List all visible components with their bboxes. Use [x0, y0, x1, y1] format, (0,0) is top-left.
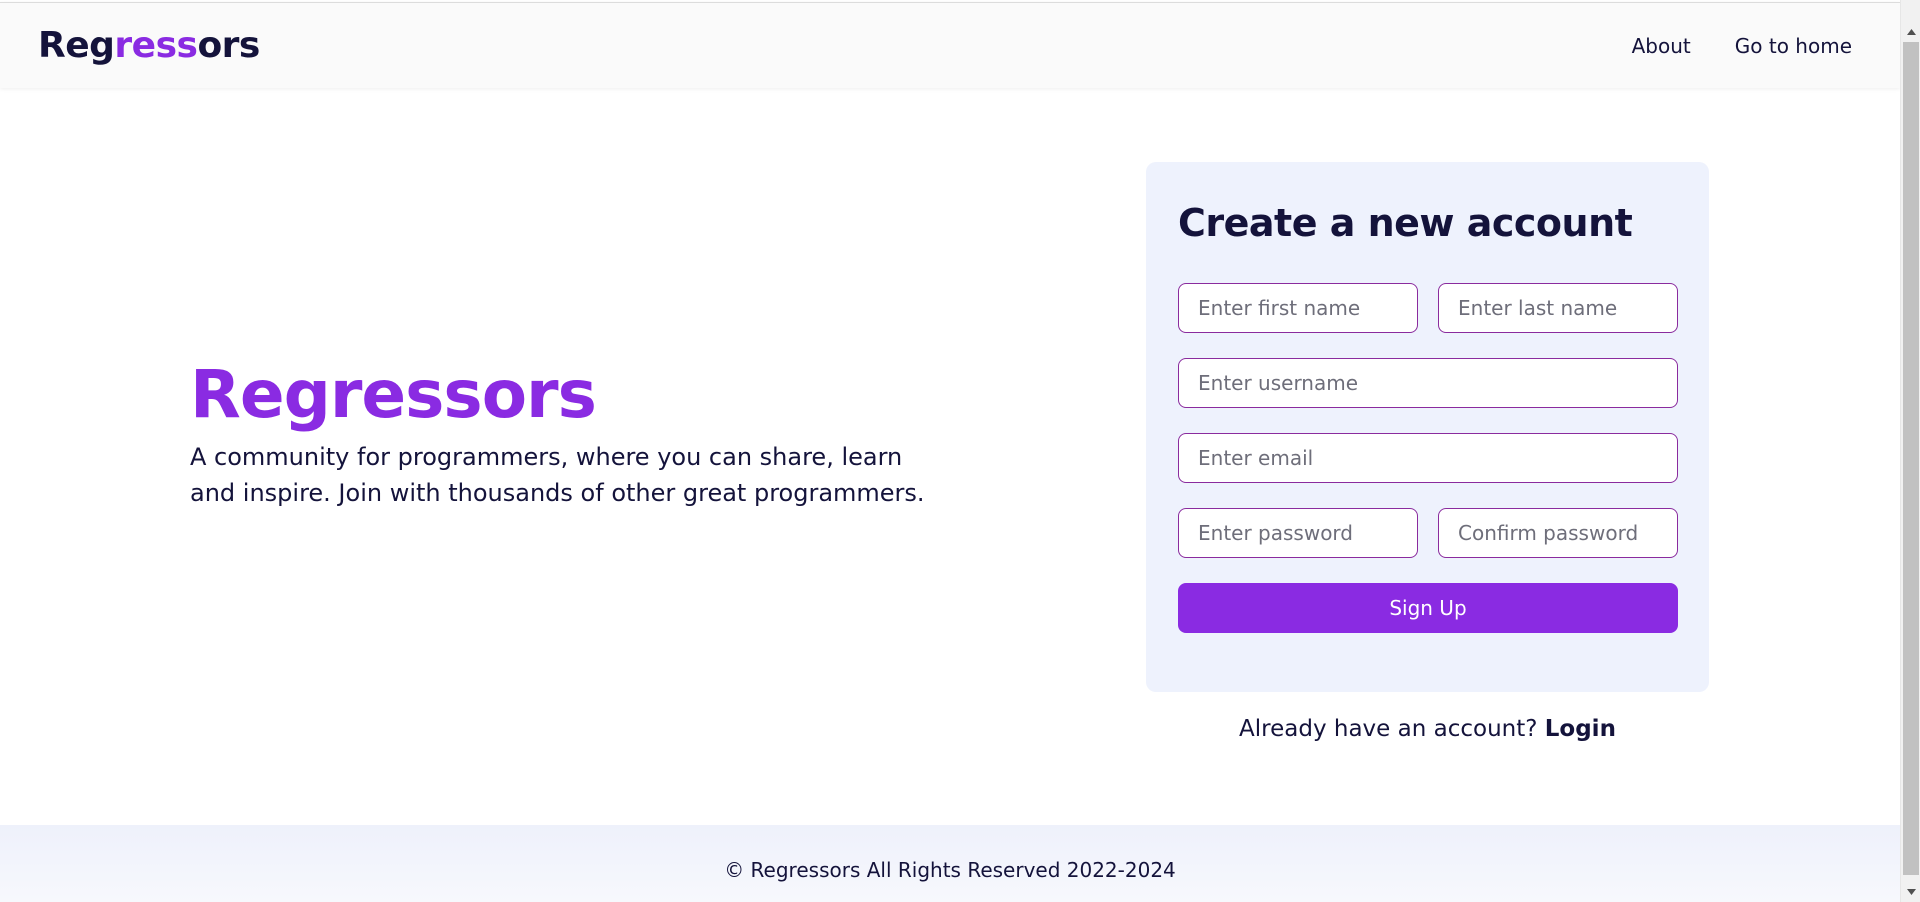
logo-part-3: ors	[197, 25, 260, 66]
footer: © Regressors All Rights Reserved 2022-20…	[0, 825, 1900, 902]
password-row	[1178, 508, 1678, 558]
hero-description: A community for programmers, where you c…	[190, 443, 925, 507]
last-name-input[interactable]	[1438, 283, 1678, 333]
logo-link[interactable]: Regressors	[38, 25, 260, 66]
navbar: Regressors About Go to home	[0, 2, 1900, 88]
confirm-password-input[interactable]	[1438, 508, 1678, 558]
login-link[interactable]: Login	[1545, 716, 1616, 742]
footer-copyright: © Regressors All Rights Reserved 2022-20…	[724, 857, 1176, 882]
hero-section: Regressors A community for programmers, …	[190, 355, 950, 511]
scroll-up-arrow-icon[interactable]	[1901, 24, 1920, 40]
password-input[interactable]	[1178, 508, 1418, 558]
login-prompt: Already have an account? Login	[1146, 716, 1709, 742]
hero-title: Regressors	[190, 356, 597, 433]
username-row	[1178, 358, 1678, 408]
username-input[interactable]	[1178, 358, 1678, 408]
signup-form-card: Create a new account Sign Up	[1146, 162, 1709, 692]
name-row	[1178, 283, 1678, 333]
nav-links: About Go to home	[1624, 28, 1860, 64]
sign-up-button[interactable]: Sign Up	[1178, 583, 1678, 633]
scroll-down-arrow-icon[interactable]	[1901, 884, 1920, 900]
email-input[interactable]	[1178, 433, 1678, 483]
scrollbar-thumb[interactable]	[1903, 42, 1919, 875]
vertical-scrollbar[interactable]	[1900, 0, 1920, 902]
login-prompt-text: Already have an account?	[1239, 716, 1545, 742]
logo-part-accent: ress	[114, 25, 198, 66]
email-row	[1178, 433, 1678, 483]
logo-part-1: Reg	[38, 25, 115, 66]
nav-link-about[interactable]: About	[1624, 28, 1699, 64]
page: Regressors About Go to home Regressors A…	[0, 0, 1900, 902]
form-title: Create a new account	[1178, 201, 1633, 245]
first-name-input[interactable]	[1178, 283, 1418, 333]
nav-link-home[interactable]: Go to home	[1727, 28, 1860, 64]
